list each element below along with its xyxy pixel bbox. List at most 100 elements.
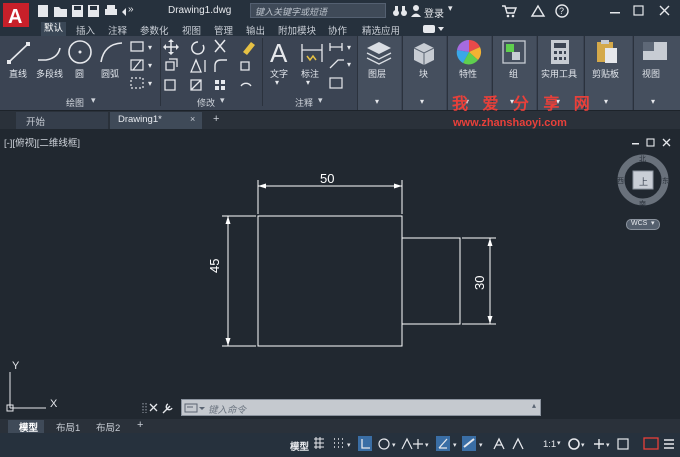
modify-panel-expand-icon[interactable]: ▾ — [220, 95, 225, 106]
leader-icon — [329, 59, 344, 69]
command-history-icon[interactable] — [184, 403, 206, 414]
add-layout-button[interactable]: + — [137, 419, 143, 431]
tab-start[interactable]: 开始 — [16, 112, 108, 129]
annotation-panel-title[interactable]: 注释 — [295, 96, 313, 109]
tab-output[interactable]: 输出 — [246, 23, 265, 37]
panel-separator — [262, 38, 263, 106]
command-line-left[interactable] — [141, 401, 181, 415]
polar-icon — [378, 438, 390, 450]
document-title: Drawing1.dwg — [168, 5, 232, 16]
table-icon — [329, 77, 343, 89]
viewcube-top-label[interactable]: 上 — [639, 175, 648, 188]
layers-label[interactable]: 图层 — [368, 67, 386, 80]
app-menu-button[interactable]: A — [0, 0, 34, 40]
tab-view[interactable]: 视图 — [182, 23, 201, 37]
quick-access-toolbar[interactable] — [38, 4, 138, 18]
tab-model[interactable]: 模型 — [8, 420, 44, 434]
ribbon-minimize-icon[interactable] — [422, 24, 446, 35]
view-label[interactable]: 视图 — [642, 67, 660, 80]
wcs-dropdown-icon: ▾ — [651, 220, 655, 227]
status-right-tools[interactable]: ▾ ▾ — [566, 435, 678, 453]
login-dropdown-icon[interactable]: ▾ — [448, 3, 453, 14]
wcs-menu[interactable]: WCS ▾ — [626, 219, 660, 230]
viewcube-north[interactable]: 北 — [639, 154, 646, 164]
polyline-button[interactable]: 多段线 — [36, 67, 63, 80]
viewcube-east[interactable]: 东 — [662, 176, 669, 186]
clipboard-label[interactable]: 剪贴板 — [592, 67, 619, 80]
ucs-icon — [6, 372, 46, 412]
ucs-x-label: X — [50, 398, 58, 410]
layers-expand-icon[interactable]: ▾ — [375, 97, 379, 106]
status-model-button[interactable]: 模型 — [290, 439, 309, 453]
tab-close-icon[interactable]: × — [190, 114, 195, 124]
circle-button[interactable]: 圆 — [75, 67, 84, 80]
draw-panel-title[interactable]: 绘图 — [66, 96, 84, 109]
group-label[interactable]: 组 — [509, 67, 518, 80]
tab-layout1[interactable]: 布局1 — [56, 420, 80, 434]
trim-icon — [214, 39, 226, 53]
svg-text:▾: ▾ — [347, 43, 351, 52]
stretch-icon — [164, 79, 176, 91]
tab-parametric[interactable]: 参数化 — [140, 23, 169, 37]
svg-text:?: ? — [559, 6, 564, 16]
tab-drawing1[interactable]: Drawing1* × — [110, 112, 202, 129]
viewcube-south[interactable]: 南 — [639, 199, 646, 209]
tab-annotate[interactable]: 注释 — [108, 23, 127, 37]
line-button[interactable]: 直线 — [9, 67, 27, 80]
new-file-icon — [38, 5, 48, 17]
command-expand-icon[interactable]: ▴ — [532, 401, 536, 410]
viewcube-west[interactable]: 西 — [617, 176, 624, 186]
annotation-scale-dropdown-icon[interactable]: ▾ — [557, 439, 561, 447]
annotation-small-tools[interactable]: ▾ ▾ — [328, 40, 356, 92]
arc-button[interactable]: 圆弧 — [101, 67, 119, 80]
properties-label[interactable]: 特性 — [459, 67, 477, 80]
text-dropdown-icon[interactable]: ▾ — [275, 78, 279, 87]
modify-tools[interactable] — [163, 38, 258, 94]
autodesk-a360-icon — [530, 4, 546, 17]
minimize-icon — [610, 12, 620, 14]
clipboard-expand-icon[interactable]: ▾ — [604, 97, 608, 106]
tab-addins[interactable]: 附加模块 — [278, 23, 316, 37]
tab-collaborate[interactable]: 协作 — [328, 23, 347, 37]
move-icon — [164, 40, 178, 54]
window-controls[interactable] — [606, 3, 678, 19]
draw-small-tools[interactable]: ▾ ▾ ▾ — [130, 40, 160, 92]
annotation-scale-icon — [493, 437, 505, 450]
svg-text:A: A — [8, 6, 22, 28]
utilities-label[interactable]: 实用工具 — [541, 67, 577, 80]
hatch-icon — [130, 59, 144, 71]
draw-panel-expand-icon[interactable]: ▾ — [91, 95, 96, 106]
tab-insert[interactable]: 插入 — [76, 23, 95, 37]
layers-icon — [366, 42, 392, 65]
user-icon[interactable] — [410, 4, 422, 18]
tab-featured-apps[interactable]: 精选应用 — [362, 23, 400, 37]
dimension-dropdown-icon[interactable]: ▾ — [306, 78, 310, 87]
copy-icon — [165, 58, 178, 71]
modify-panel-title[interactable]: 修改 — [197, 96, 215, 109]
title-tools[interactable]: ? — [500, 3, 580, 19]
search-input[interactable]: 键入关键字或短语 — [255, 5, 327, 18]
status-toggles[interactable]: ▾ ▾ ▾ ▾ ▾ — [312, 435, 562, 453]
tab-default[interactable]: 默认 — [41, 22, 67, 36]
arc-icon — [100, 42, 123, 63]
qat-overflow[interactable]: » — [128, 4, 134, 15]
tab-layout2[interactable]: 布局2 — [96, 420, 120, 434]
dimension-width-label: 50 — [320, 171, 335, 186]
command-input[interactable]: 键入命令 ▴ — [181, 399, 541, 416]
drawing-canvas[interactable] — [0, 130, 680, 420]
block-label[interactable]: 块 — [419, 67, 428, 80]
block-expand-icon[interactable]: ▾ — [420, 97, 424, 106]
annotation-panel-expand-icon[interactable]: ▾ — [318, 95, 323, 106]
annotation-scale-value[interactable]: 1:1 — [543, 439, 556, 450]
view-expand-icon[interactable]: ▾ — [651, 97, 655, 106]
undo-icon — [122, 8, 126, 16]
search-box[interactable]: 键入关键字或短语 — [250, 3, 386, 18]
dim-45-extension-lines — [222, 215, 256, 347]
dimension-icon — [301, 44, 323, 62]
tab-start-label: 开始 — [26, 117, 46, 128]
tab-manage[interactable]: 管理 — [214, 23, 233, 37]
autocad-logo-icon: A — [3, 3, 29, 28]
login-link[interactable]: 登录 — [424, 5, 444, 20]
new-tab-button[interactable]: + — [213, 113, 219, 125]
svg-text:▾: ▾ — [479, 442, 483, 449]
